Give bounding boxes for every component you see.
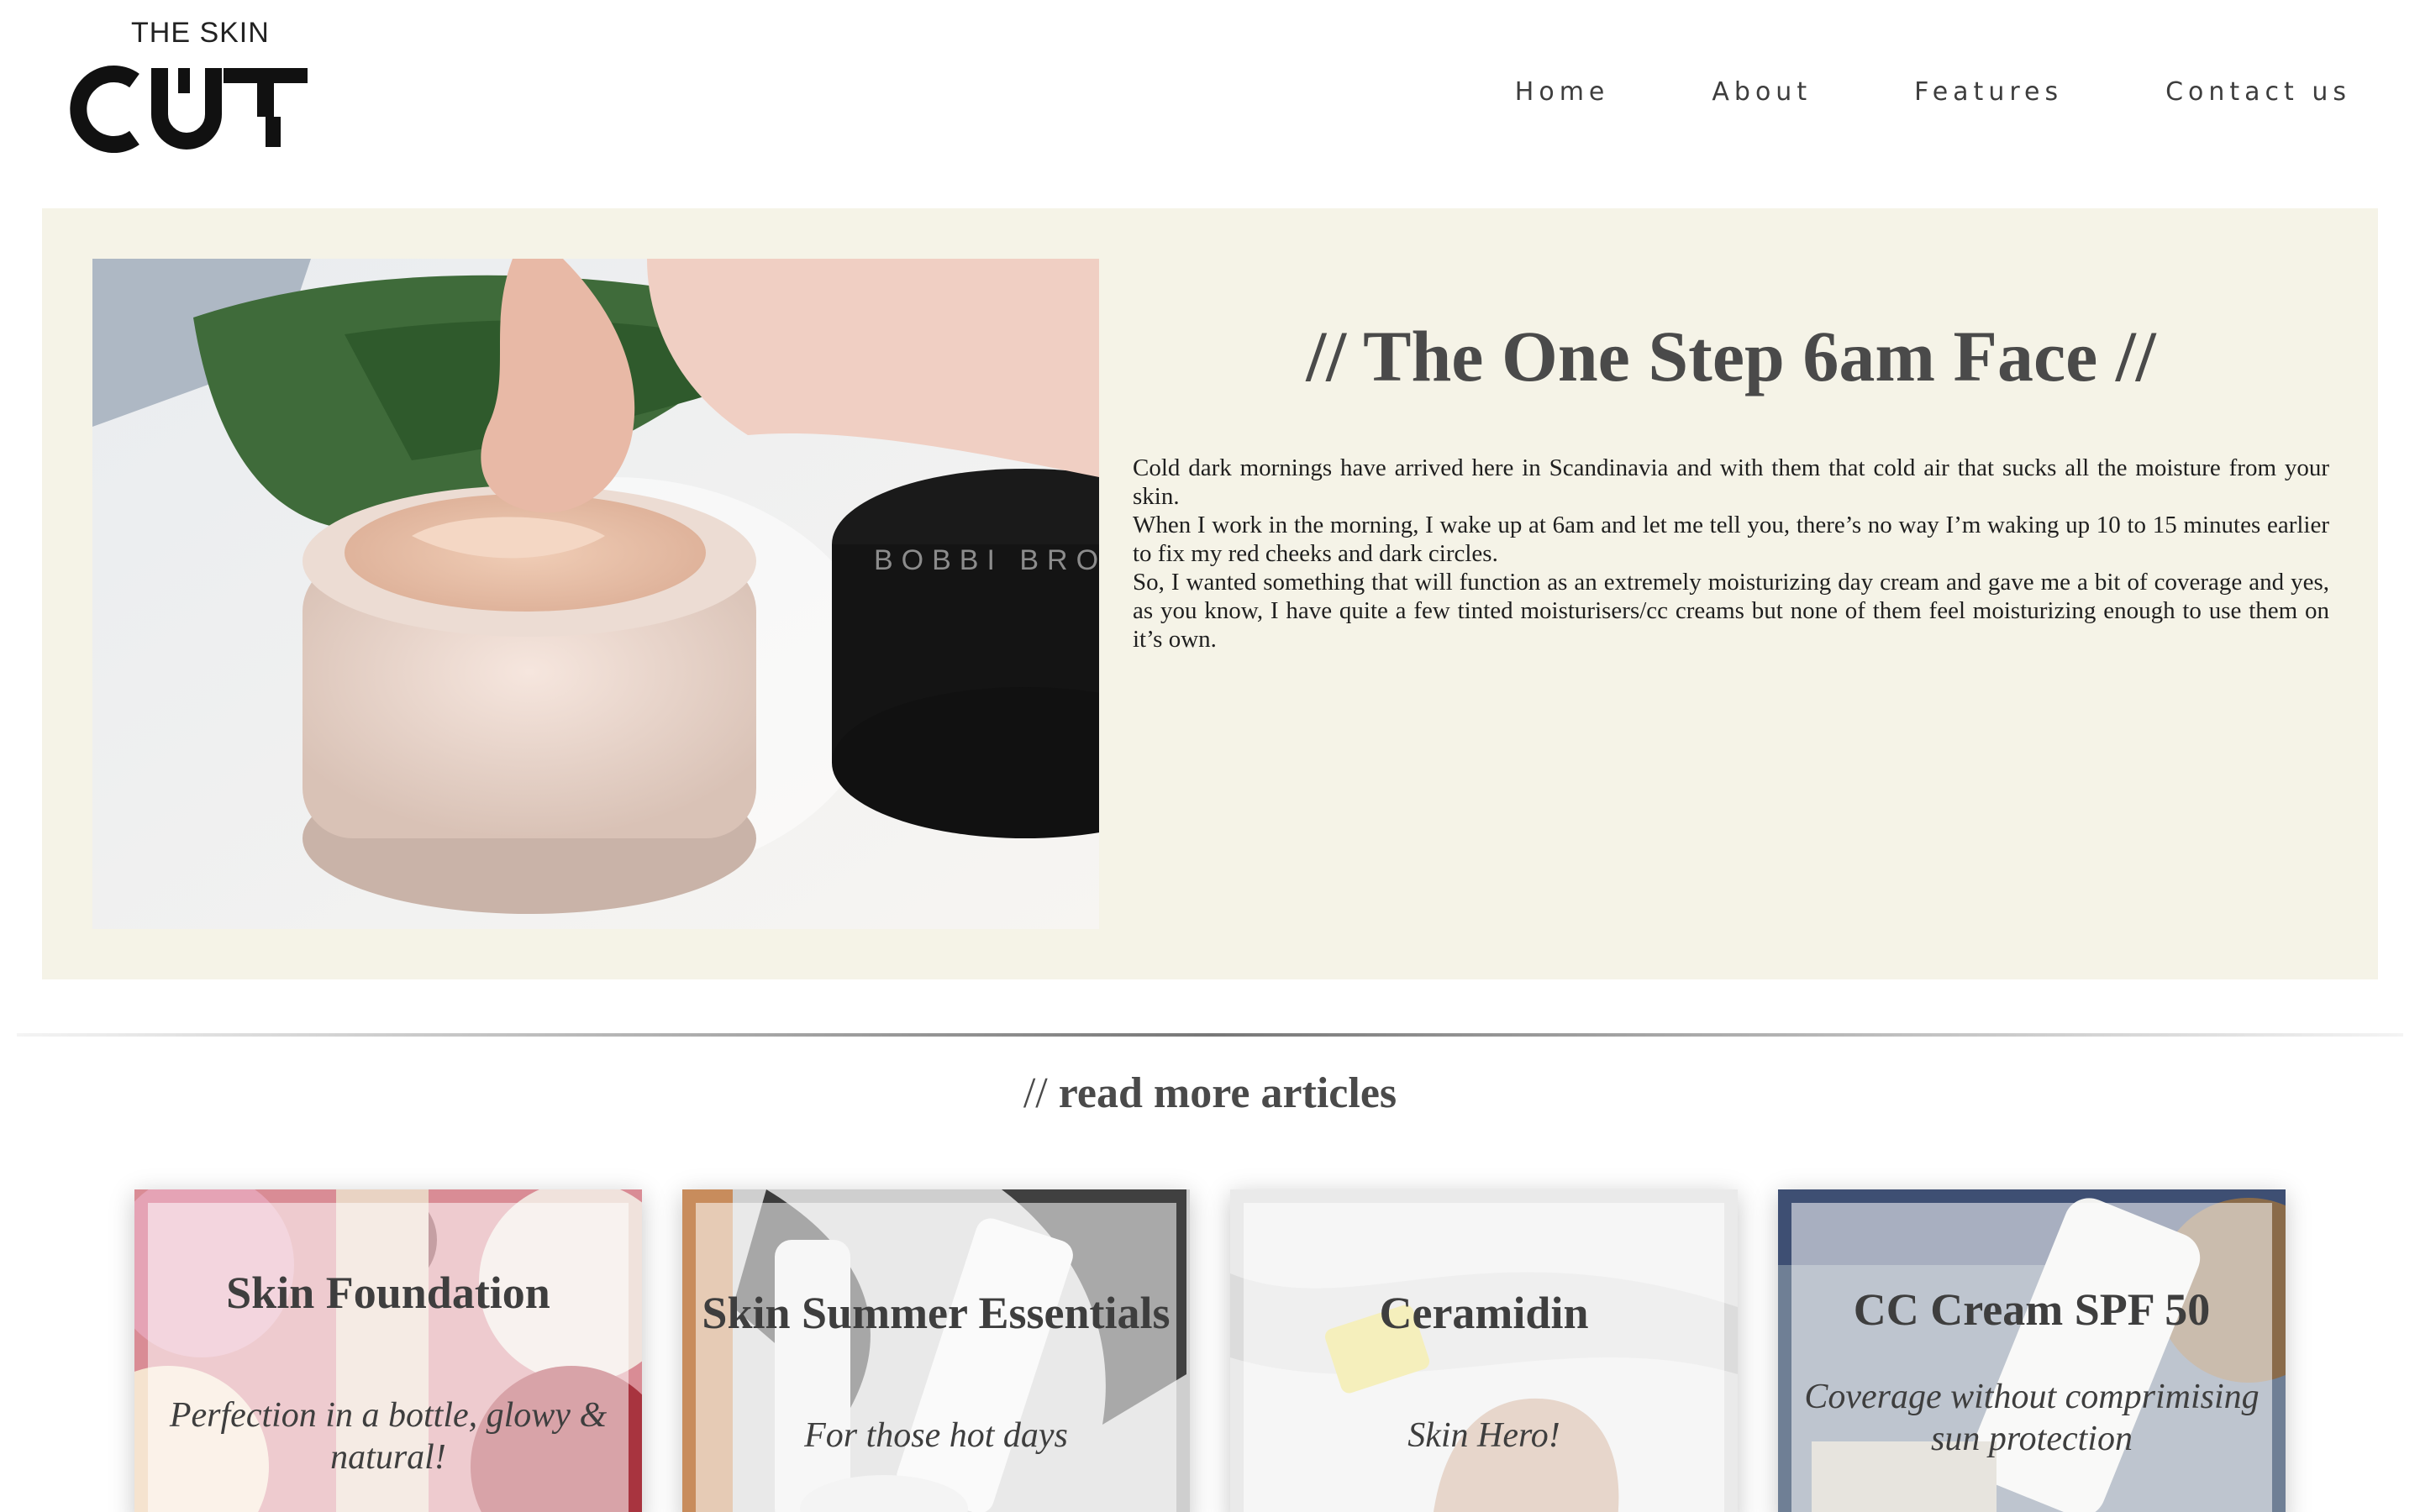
card-subtitle: Perfection in a bottle, glowy & natural! bbox=[169, 1396, 608, 1477]
featured-article-title[interactable]: // The One Step 6am Face // bbox=[1134, 314, 2328, 398]
nav-features[interactable]: Features bbox=[1914, 77, 2063, 107]
nav-contact[interactable]: Contact us bbox=[2165, 77, 2351, 107]
featured-article-body: Cold dark mornings have arrived here in … bbox=[1133, 454, 2329, 654]
article-paragraph: Cold dark mornings have arrived here in … bbox=[1133, 454, 2329, 510]
article-paragraph: When I work in the morning, I wake up at… bbox=[1133, 512, 2329, 567]
site-logo[interactable]: THE SKIN bbox=[66, 17, 318, 153]
heading-text: read more articles bbox=[1058, 1069, 1397, 1117]
jar-lid-brand: BOBBI BRO bbox=[874, 544, 1099, 576]
nav-about[interactable]: About bbox=[1712, 77, 1812, 107]
card-overlay bbox=[1244, 1203, 1724, 1512]
logo-wordmark bbox=[66, 30, 318, 156]
card-overlay bbox=[696, 1203, 1176, 1512]
article-card-summer-essentials[interactable]: Skin Summer Essentials For those hot day… bbox=[682, 1189, 1190, 1512]
main-nav: Home About Features Contact us bbox=[1515, 77, 2351, 107]
card-subtitle: For those hot days bbox=[804, 1416, 1068, 1455]
heading-slashes: // bbox=[1023, 1069, 1048, 1117]
card-title: CC Cream SPF 50 bbox=[1853, 1284, 2211, 1335]
card-title: Skin Foundation bbox=[226, 1268, 550, 1318]
card-overlay bbox=[1791, 1203, 2272, 1512]
read-more-heading: // read more articles bbox=[0, 1068, 2420, 1118]
article-card-ceramidin[interactable]: Ceramidin Skin Hero! bbox=[1230, 1189, 1738, 1512]
card-subtitle: Skin Hero! bbox=[1407, 1416, 1560, 1455]
article-card-skin-foundation[interactable]: Skin Foundation Perfection in a bottle, … bbox=[134, 1189, 642, 1512]
foundation-jar-photo: BOBBI BRO bbox=[92, 259, 1099, 929]
card-subtitle: Coverage without comprimising sun protec… bbox=[1804, 1378, 2260, 1458]
featured-article-image[interactable]: BOBBI BRO bbox=[92, 259, 1099, 929]
logo-wordmark-graphic bbox=[70, 66, 308, 153]
card-title: Skin Summer Essentials bbox=[702, 1288, 1171, 1338]
article-card-cc-cream[interactable]: CC Cream SPF 50 Coverage without comprim… bbox=[1778, 1189, 2286, 1512]
nav-home[interactable]: Home bbox=[1515, 77, 1610, 107]
article-paragraph: So, I wanted something that will functio… bbox=[1133, 569, 2329, 653]
featured-article: BOBBI BRO // The One Step 6am Face // Co… bbox=[42, 208, 2378, 979]
section-divider bbox=[17, 1033, 2403, 1037]
card-title: Ceramidin bbox=[1379, 1288, 1589, 1338]
